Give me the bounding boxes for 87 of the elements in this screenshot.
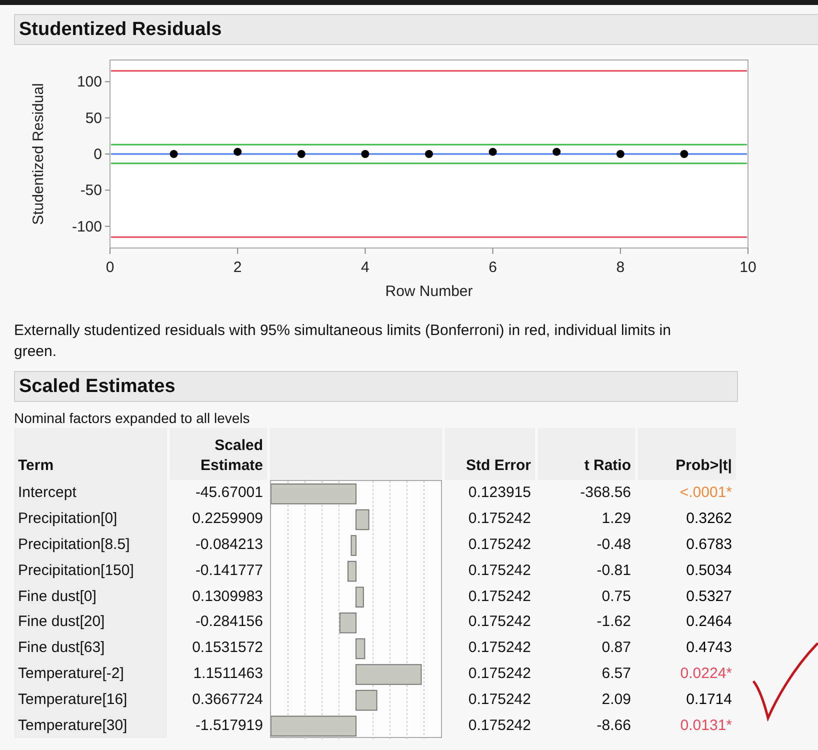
data-point xyxy=(425,150,433,158)
column-header: Scaled Estimate xyxy=(170,428,267,480)
table-cell-text: -0.084213 xyxy=(194,534,264,555)
term-cell: Fine dust[0] xyxy=(14,583,167,609)
estimate-bar xyxy=(356,638,366,660)
estimate-bar xyxy=(356,586,364,608)
table-cell-text: 0.2259909 xyxy=(191,509,264,530)
term-cell: Intercept xyxy=(14,480,167,506)
axis-tick-label: 6 xyxy=(488,259,497,276)
data-point xyxy=(680,150,688,158)
axis-tick-label: 0 xyxy=(94,146,102,163)
table-cell-text: -8.66 xyxy=(596,716,632,736)
data-point xyxy=(234,148,242,156)
table-cell-text: 1.29 xyxy=(600,509,632,530)
term-cell: Fine dust[20] xyxy=(14,608,167,635)
table-cell-text: 0.175242 xyxy=(467,638,532,658)
estimate-bar xyxy=(350,535,356,556)
table-cell-text: 6.57 xyxy=(600,664,632,684)
table-cell-text: 1.1511463 xyxy=(192,664,264,684)
table-cell-text: 2.09 xyxy=(600,690,632,710)
table-cell-text: -0.284156 xyxy=(194,612,264,632)
table-cell-text: 0.175242 xyxy=(467,690,532,710)
column-header: Std Error xyxy=(445,428,535,480)
column-header: t Ratio xyxy=(538,428,635,480)
table-note: Nominal factors expanded to all levels xyxy=(14,410,251,426)
column-header: Term xyxy=(14,428,167,480)
table-cell-text: -1.62 xyxy=(596,612,632,632)
axis-title: Row Number xyxy=(385,283,473,300)
table-cell-text: 0.175242 xyxy=(467,716,532,736)
data-point xyxy=(488,148,497,156)
p-value-cell-text: 0.3262 xyxy=(685,509,733,530)
table-cell-text: -1.517919 xyxy=(194,716,264,736)
table-cell-text: -0.81 xyxy=(596,560,632,581)
section-title: Scaled Estimates xyxy=(19,376,176,398)
section-title: Studentized Residuals xyxy=(19,18,222,40)
table-cell-text: -0.48 xyxy=(596,534,632,555)
table-cell-text: 0.1309983 xyxy=(191,586,264,607)
term-cell: Fine dust[63] xyxy=(14,634,167,661)
table-cell-text: 0.75 xyxy=(600,586,632,607)
table-cell-text: 0.175242 xyxy=(467,612,532,632)
chart-caption: Externally studentized residuals with 95% simultaneous limits (Bonferroni) in red, individual limits in green. xyxy=(14,321,672,362)
term-cell: Temperature[16] xyxy=(14,686,167,712)
axis-tick-label: -100 xyxy=(72,218,102,236)
table-cell-text: -45.67001 xyxy=(194,483,264,504)
p-value-cell-text: 0.5034 xyxy=(685,560,733,581)
axis-tick-label: 4 xyxy=(361,259,370,276)
axis-tick-label: 2 xyxy=(233,259,242,276)
p-value-cell-text: 0.2464 xyxy=(685,612,733,632)
p-value-cell-text: <.0001* xyxy=(678,483,733,504)
p-value-cell-text: 0.4743 xyxy=(685,638,733,658)
p-value-cell-text: 0.0224* xyxy=(679,664,733,684)
table-cell-text: 0.175242 xyxy=(467,534,532,555)
checkmark-icon xyxy=(752,640,818,724)
axis-title: Studentized Residual xyxy=(30,83,47,225)
table-cell-text: -0.141777 xyxy=(194,560,264,581)
axis-tick-label: 10 xyxy=(740,259,756,276)
table-cell-text: 0.123915 xyxy=(467,483,532,504)
p-value-cell-text: 0.5327 xyxy=(685,586,733,607)
p-value-cell-text: 0.0131* xyxy=(679,716,733,736)
column-header: Prob>|t| xyxy=(638,428,736,480)
table-cell-text: 0.1531572 xyxy=(191,638,264,658)
data-point xyxy=(297,150,306,158)
term-cell: Precipitation[0] xyxy=(14,506,167,532)
table-cell-text: -368.56 xyxy=(579,483,632,504)
axis-tick-label: 100 xyxy=(76,74,102,91)
table-cell-text: 0.3667724 xyxy=(191,690,264,710)
table-cell-text: 0.175242 xyxy=(467,586,532,607)
table-cell-text: 0.175242 xyxy=(467,560,532,581)
p-value-cell-text: 0.1714 xyxy=(685,690,733,710)
term-cell: Precipitation[150] xyxy=(14,557,167,584)
estimate-bar xyxy=(356,509,370,530)
axis-tick-label: 50 xyxy=(85,110,102,127)
table-cell-text: 0.175242 xyxy=(467,664,532,684)
table-cell-text: 0.175242 xyxy=(467,509,532,530)
term-cell: Temperature[30] xyxy=(14,712,167,738)
table-cell-text: 0.87 xyxy=(600,638,632,658)
p-value-cell-text: 0.6783 xyxy=(685,534,733,555)
data-point xyxy=(361,150,370,158)
axis-tick-label: 8 xyxy=(616,259,625,276)
axis-tick-label: -50 xyxy=(80,182,102,200)
data-point xyxy=(616,150,624,158)
estimate-bar xyxy=(347,560,356,582)
data-point xyxy=(170,150,178,158)
term-cell: Temperature[-2] xyxy=(14,660,167,686)
term-cell: Precipitation[8.5] xyxy=(14,532,167,558)
axis-tick-label: 0 xyxy=(106,259,114,276)
data-point xyxy=(552,148,561,156)
